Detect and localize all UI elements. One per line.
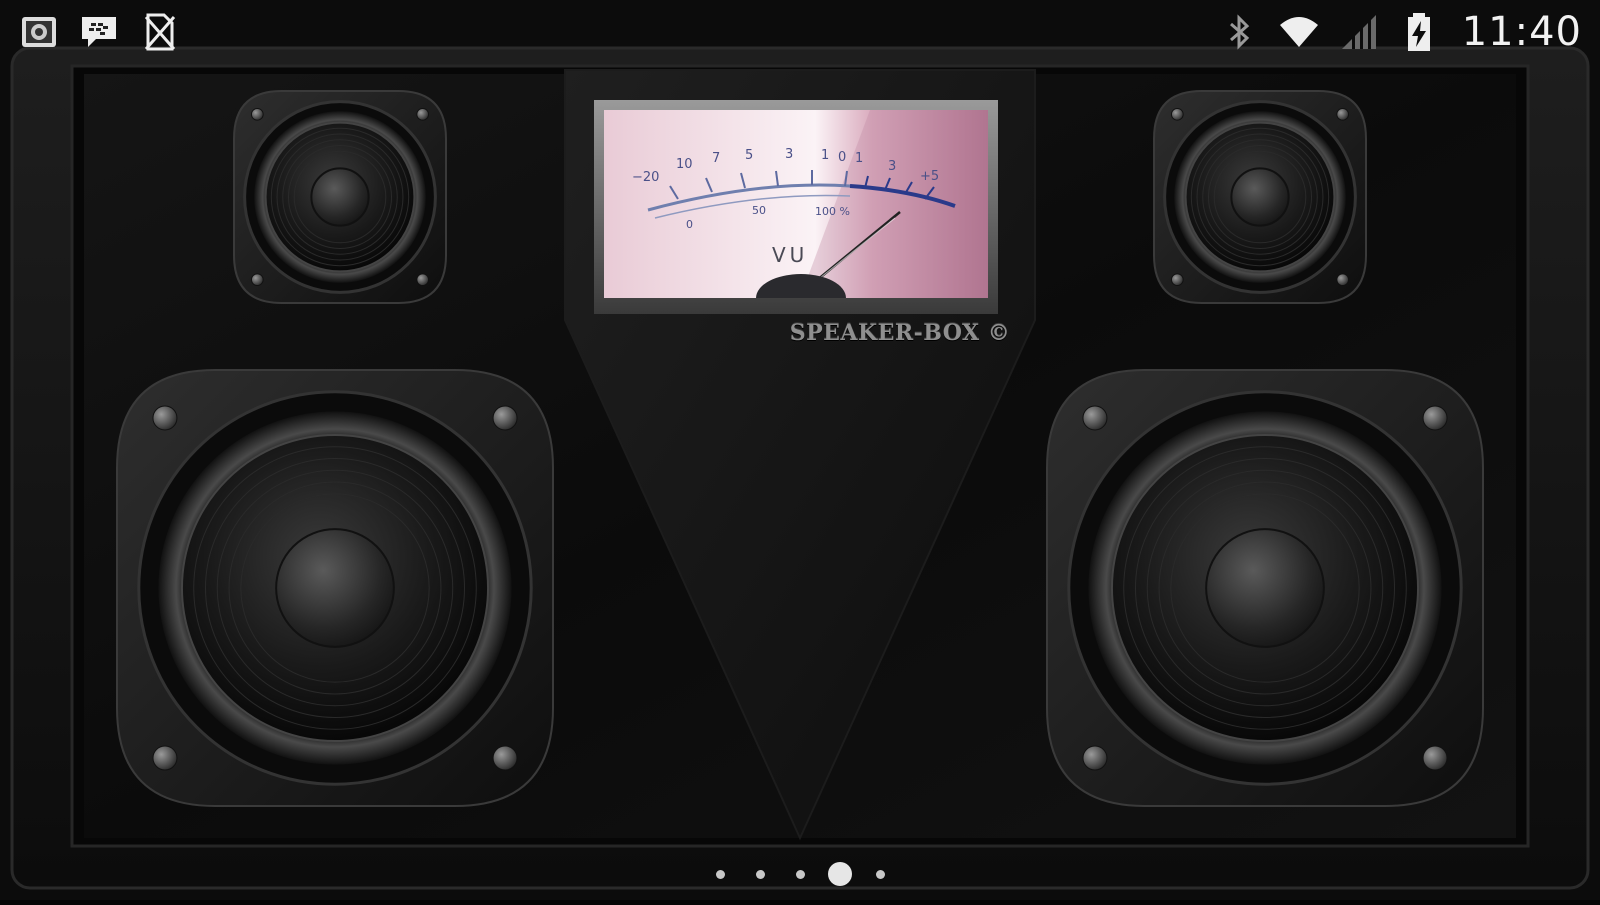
brand-label: SPEAKER-BOX ©	[789, 320, 1011, 346]
screw-icon	[1336, 273, 1350, 287]
woofer-right[interactable]	[1046, 369, 1484, 807]
system-icons: 11:40	[1218, 9, 1582, 55]
signal-icon	[1338, 11, 1380, 53]
page-dot[interactable]	[740, 862, 780, 886]
screw-icon	[1082, 405, 1108, 431]
page-dot[interactable]	[860, 862, 900, 886]
screw-icon	[250, 107, 264, 121]
vu-scale-label: +5	[920, 169, 939, 184]
screw-icon	[1170, 107, 1184, 121]
screw-icon	[250, 273, 264, 287]
page-dot[interactable]	[780, 862, 820, 886]
screw-icon	[492, 405, 518, 431]
status-clock: 11:40	[1461, 9, 1582, 55]
no-sim-icon	[138, 11, 180, 53]
wifi-icon	[1278, 11, 1320, 53]
screw-icon	[152, 745, 178, 771]
vu-scale-label: 3	[785, 147, 793, 162]
screw-icon	[416, 273, 430, 287]
vu-scale-label: 7	[712, 151, 720, 166]
vu-scale-label: 5	[745, 148, 753, 163]
vu-scale-label: 0	[838, 150, 846, 165]
status-bar: 11:40	[0, 0, 1600, 64]
screw-icon	[1170, 273, 1184, 287]
page-dot-active[interactable]	[820, 862, 860, 886]
screw-icon	[416, 107, 430, 121]
tweeter-right[interactable]	[1153, 90, 1367, 304]
vu-percent-label: 50	[752, 204, 766, 217]
vu-percent-label: 100 %	[815, 205, 850, 218]
cabinet-artwork: −2010 7 5 3 1 0 13+5 050 100 %	[0, 0, 1600, 900]
vu-scale-label: −20	[632, 170, 659, 185]
page-dot[interactable]	[700, 862, 740, 886]
vu-meter-label: VU	[772, 243, 809, 267]
vu-percent-label: 0	[686, 218, 693, 231]
screw-icon	[1336, 107, 1350, 121]
woofer-left[interactable]	[116, 369, 554, 807]
screw-icon	[152, 405, 178, 431]
battery-charging-icon	[1398, 11, 1440, 53]
notification-icons	[18, 11, 180, 53]
vu-scale-label: 1	[821, 148, 829, 163]
page-indicator[interactable]	[700, 862, 900, 886]
screenshot-icon	[18, 11, 60, 53]
vu-scale-label: 1	[855, 151, 863, 166]
screw-icon	[492, 745, 518, 771]
vu-scale-label: 3	[888, 159, 896, 174]
screw-icon	[1422, 405, 1448, 431]
bbm-chat-icon	[78, 11, 120, 53]
screw-icon	[1082, 745, 1108, 771]
speaker-cabinet: −20 10 7 5 3 1 0 1 3 +5 0 50 100 %	[0, 0, 1600, 900]
tweeter-left[interactable]	[233, 90, 447, 304]
vu-scale-label: 10	[676, 157, 693, 172]
screw-icon	[1422, 745, 1448, 771]
bluetooth-icon	[1218, 11, 1260, 53]
